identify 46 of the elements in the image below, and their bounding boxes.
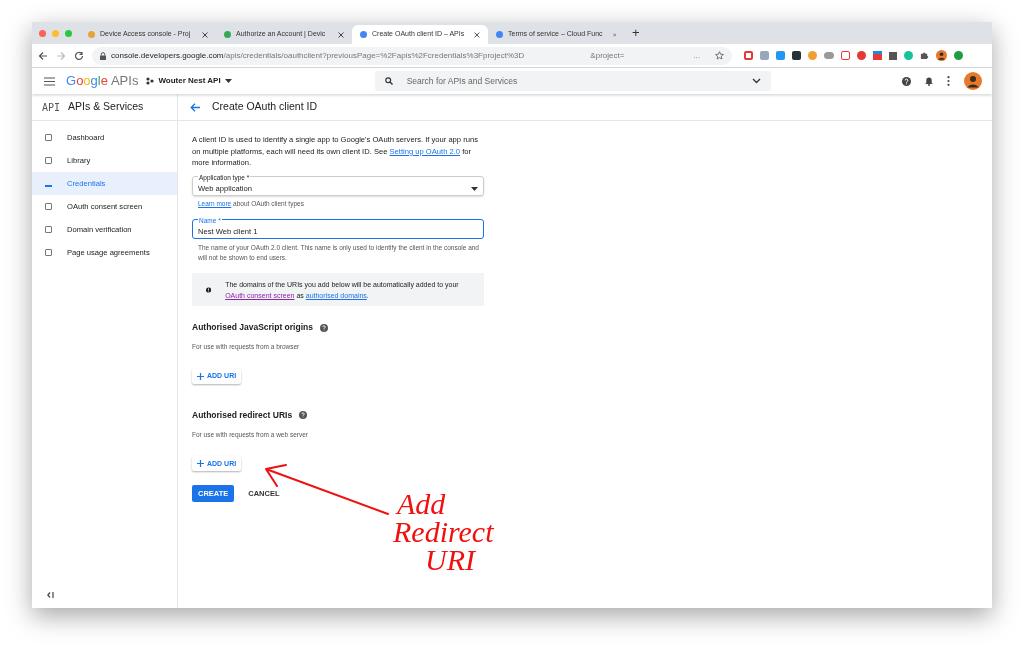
bell-icon[interactable] bbox=[925, 76, 933, 86]
info-icon bbox=[206, 285, 212, 294]
favicon-icon bbox=[360, 31, 367, 38]
api-logo: API bbox=[42, 100, 61, 115]
bookmark-star-icon[interactable] bbox=[715, 51, 724, 60]
sidebar-title: APIs & Services bbox=[68, 99, 144, 115]
page-title: Create OAuth client ID bbox=[212, 99, 318, 115]
help-icon[interactable] bbox=[902, 76, 911, 86]
brand-logo[interactable]: Google bbox=[66, 71, 108, 91]
help-icon[interactable] bbox=[319, 323, 328, 332]
project-icon bbox=[146, 77, 155, 85]
close-tab-icon[interactable] bbox=[338, 31, 344, 38]
plus-icon bbox=[197, 372, 204, 380]
favicon-icon bbox=[224, 31, 231, 38]
section-title: Authorised JavaScript origins bbox=[192, 321, 313, 334]
back-arrow-icon[interactable] bbox=[190, 102, 200, 112]
favicon-icon bbox=[496, 31, 503, 38]
search-icon bbox=[384, 77, 393, 85]
collapse-sidebar-icon[interactable] bbox=[47, 592, 54, 598]
avatar-icon[interactable] bbox=[964, 72, 982, 90]
dropdown-caret-icon bbox=[471, 186, 478, 191]
caret-icon bbox=[224, 79, 232, 83]
section-title: Authorised redirect URIs bbox=[192, 408, 293, 422]
reload-icon[interactable] bbox=[74, 50, 84, 61]
plus-icon bbox=[197, 460, 204, 468]
close-tab-icon[interactable] bbox=[202, 31, 208, 38]
url-parameter: &project= bbox=[590, 49, 625, 62]
url-text: console.developers.google.com/apis/credentials/oauthclient?previousPage=%2Fapis%2Fcredentials%3Fproject%3D bbox=[111, 49, 525, 62]
project-selector[interactable]: Wouter Nest API bbox=[146, 75, 232, 87]
help-icon[interactable] bbox=[299, 411, 308, 420]
avatar-icon[interactable] bbox=[936, 50, 947, 61]
more-options-icon[interactable] bbox=[947, 76, 950, 86]
lock-icon bbox=[100, 51, 106, 60]
search-field[interactable]: Search for APIs and Services bbox=[374, 71, 771, 91]
menu-icon[interactable] bbox=[44, 76, 55, 86]
url-ellipsis: ... bbox=[693, 49, 700, 62]
extension-icon[interactable] bbox=[954, 51, 963, 60]
favicon-icon bbox=[88, 31, 95, 38]
expand-icon bbox=[751, 78, 761, 84]
close-tab-icon[interactable] bbox=[474, 31, 480, 38]
puzzle-icon[interactable] bbox=[920, 51, 929, 60]
address-bar[interactable]: console.developers.google.com/apis/credentials/oauthclient?previousPage=%2Fapis%2Fcredentials%3Fproject%3D &project= ... bbox=[92, 46, 732, 65]
search-placeholder: Search for APIs and Services bbox=[406, 74, 519, 88]
brand-suffix[interactable]: APIs bbox=[110, 71, 139, 91]
new-tab-button[interactable]: + bbox=[632, 23, 640, 43]
back-icon[interactable] bbox=[38, 50, 48, 61]
